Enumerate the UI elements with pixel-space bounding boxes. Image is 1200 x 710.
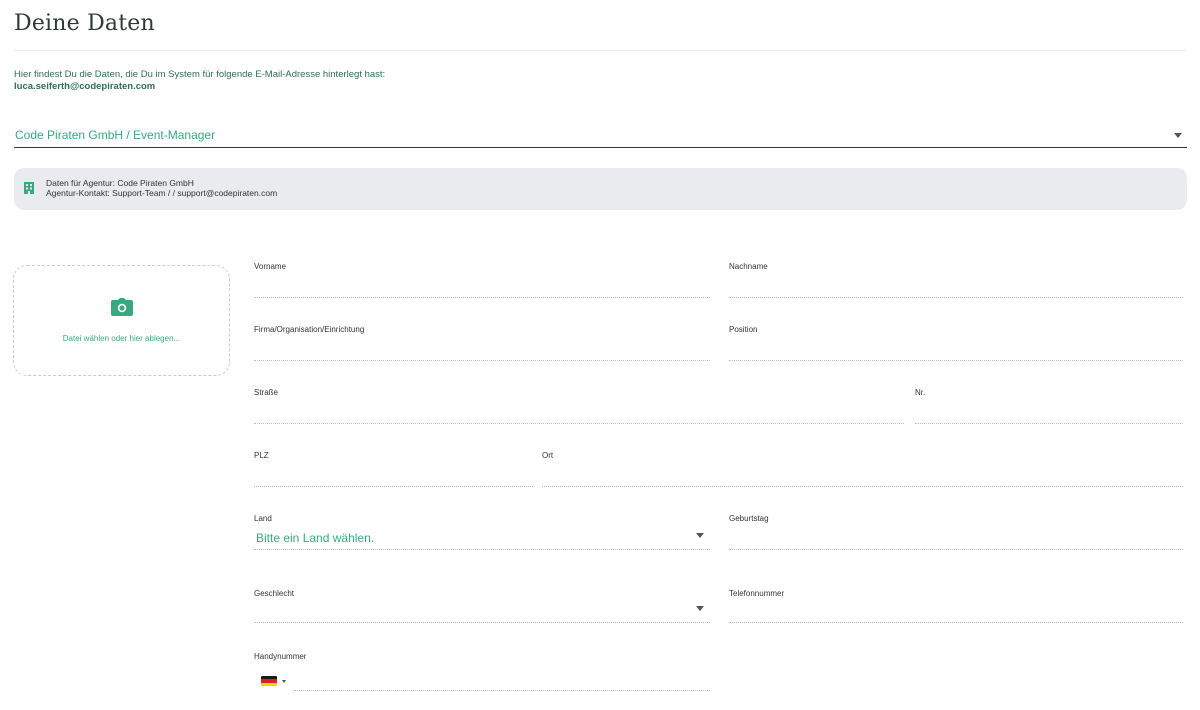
geburtstag-label: Geburtstag	[729, 514, 769, 523]
profile-image-dropzone[interactable]: Datei wählen oder hier ablegen...	[13, 265, 230, 376]
account-email: luca.seiferth@codepiraten.com	[14, 81, 156, 92]
plz-input[interactable]	[254, 463, 533, 485]
intro-block: Hier findest Du die Daten, die Du im Sys…	[14, 69, 385, 93]
field-position: Position	[729, 325, 1183, 361]
agency-role-select[interactable]: Code Piraten GmbH / Event-Manager	[14, 122, 1187, 148]
germany-flag-icon[interactable]	[261, 676, 277, 686]
telefon-input[interactable]	[729, 599, 1183, 621]
nachname-label: Nachname	[729, 262, 768, 271]
agency-contact-line: Agentur-Kontakt: Support-Team / / suppor…	[46, 188, 278, 198]
handy-label: Handynummer	[254, 652, 307, 661]
ort-input[interactable]	[542, 463, 1183, 485]
telefon-label: Telefonnummer	[729, 589, 785, 598]
position-input[interactable]	[729, 337, 1183, 359]
field-firma: Firma/Organisation/Einrichtung	[254, 325, 710, 361]
country-select[interactable]: Land Bitte ein Land wählen.	[254, 514, 710, 550]
nr-label: Nr.	[915, 388, 926, 397]
vorname-label: Vorname	[254, 262, 287, 271]
page-title: Deine Daten	[14, 11, 155, 36]
field-geburtstag: Geburtstag	[729, 514, 1183, 550]
chevron-down-icon	[1174, 133, 1182, 138]
nr-input[interactable]	[915, 400, 1183, 422]
chevron-down-icon	[696, 533, 704, 538]
gender-select[interactable]: Geschlecht	[254, 589, 710, 623]
strasse-label: Straße	[254, 388, 279, 397]
agency-info-box: Daten für Agentur: Code Piraten GmbH Age…	[14, 168, 1187, 210]
ort-label: Ort	[542, 451, 554, 460]
field-plz: PLZ	[254, 451, 533, 487]
handy-input[interactable]	[294, 667, 710, 689]
land-placeholder: Bitte ein Land wählen.	[256, 531, 375, 545]
field-vorname: Vorname	[254, 262, 710, 298]
position-label: Position	[729, 325, 758, 334]
field-handy: Handynummer	[254, 652, 710, 691]
field-strasse: Straße	[254, 388, 904, 424]
intro-text: Hier findest Du die Daten, die Du im Sys…	[14, 69, 386, 80]
field-telefon: Telefonnummer	[729, 589, 1183, 623]
camera-icon	[111, 298, 133, 316]
vorname-input[interactable]	[254, 274, 710, 296]
firma-label: Firma/Organisation/Einrichtung	[254, 325, 365, 334]
land-label: Land	[254, 514, 272, 523]
strasse-input[interactable]	[254, 400, 904, 422]
geburtstag-input[interactable]	[729, 526, 1183, 548]
plz-label: PLZ	[254, 451, 269, 460]
agency-name-line: Daten für Agentur: Code Piraten GmbH	[46, 178, 194, 188]
nachname-input[interactable]	[729, 274, 1183, 296]
chevron-down-icon	[696, 606, 704, 611]
agency-role-value: Code Piraten GmbH / Event-Manager	[15, 128, 216, 142]
field-nr: Nr.	[915, 388, 1183, 424]
chevron-down-icon	[282, 680, 286, 683]
geschlecht-label: Geschlecht	[254, 589, 295, 598]
field-ort: Ort	[542, 451, 1183, 487]
title-divider	[14, 50, 1186, 51]
field-nachname: Nachname	[729, 262, 1183, 298]
firma-input[interactable]	[254, 337, 710, 359]
dropzone-label: Datei wählen oder hier ablegen...	[62, 334, 181, 343]
building-icon	[24, 182, 34, 194]
